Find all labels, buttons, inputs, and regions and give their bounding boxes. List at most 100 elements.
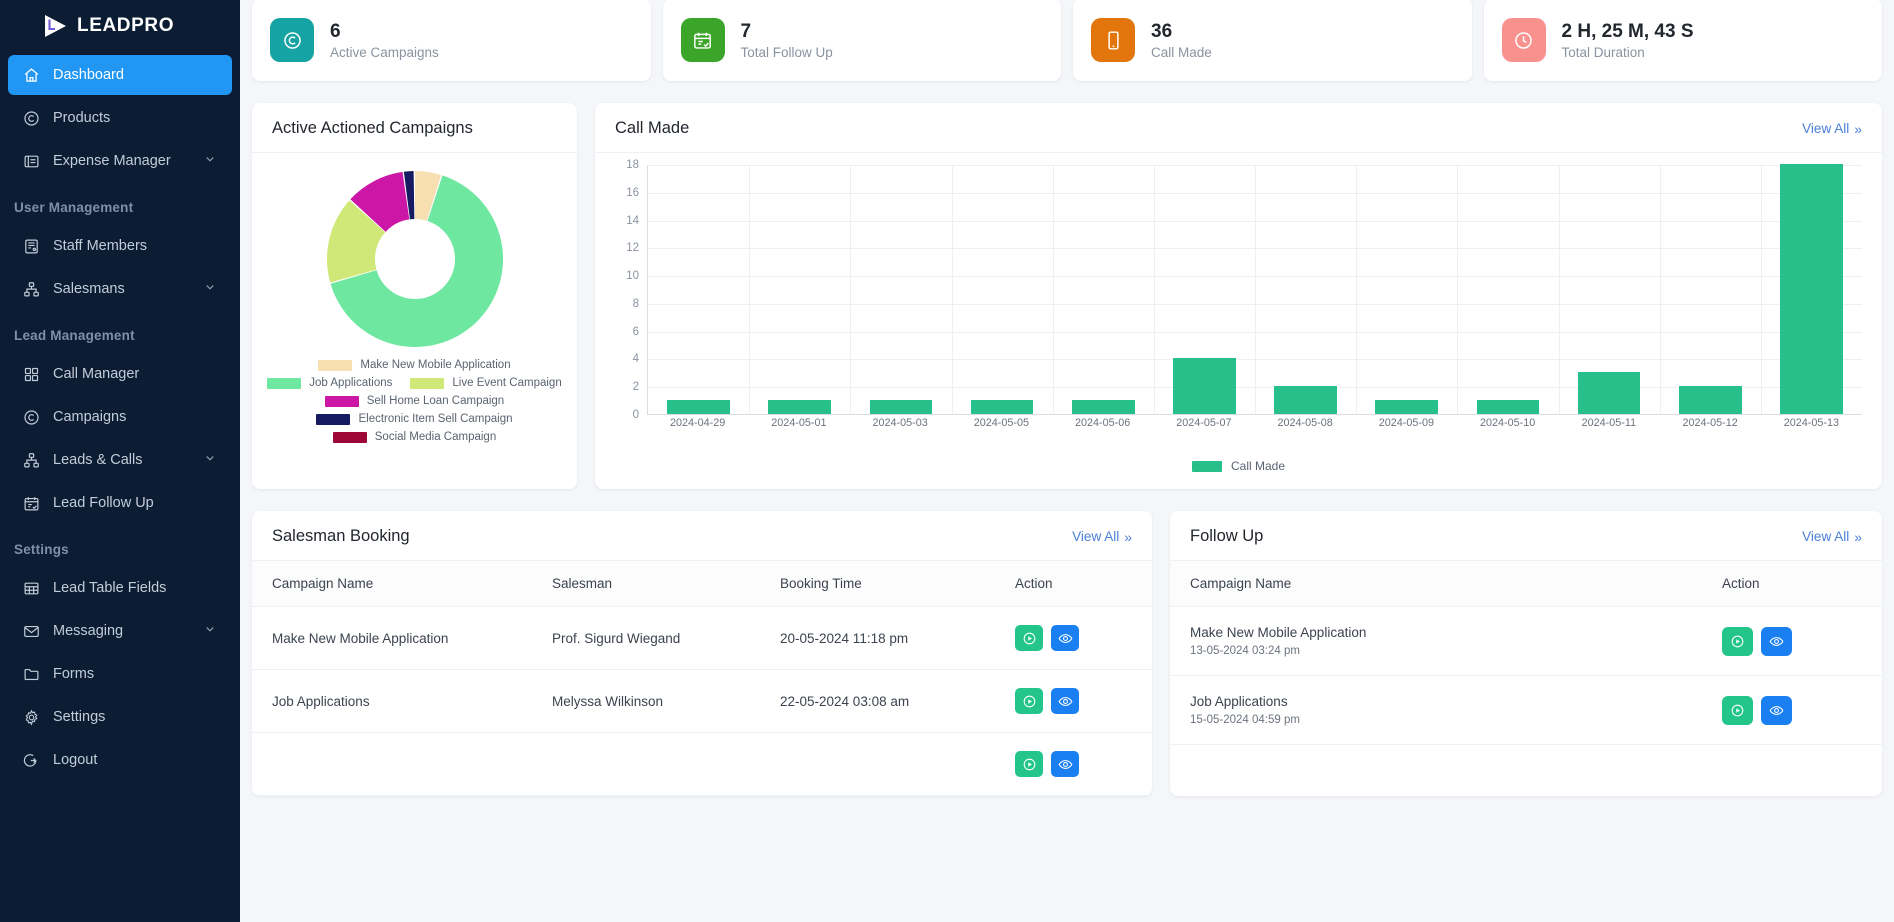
view-button[interactable] bbox=[1761, 626, 1792, 656]
legend-label: Live Event Campaign bbox=[452, 377, 562, 389]
sidebar-item-dashboard[interactable]: Dashboard bbox=[8, 55, 232, 95]
sidebar-item-call-manager[interactable]: Call Manager bbox=[8, 354, 232, 394]
sidebar-item-leads-calls[interactable]: Leads & Calls bbox=[8, 440, 232, 480]
y-tick: 14 bbox=[626, 214, 639, 227]
view-button[interactable] bbox=[1051, 688, 1079, 714]
chevron-double-right-icon: » bbox=[1854, 528, 1862, 545]
cell-campaign-name: Job Applications 15-05-2024 04:59 pm bbox=[1170, 675, 1722, 745]
sidebar-item-logout[interactable]: Logout bbox=[8, 740, 232, 780]
sidebar-item-settings[interactable]: Settings bbox=[8, 697, 232, 737]
bar[interactable] bbox=[1476, 400, 1540, 414]
donut-legend-item[interactable]: Live Event Campaign bbox=[410, 377, 562, 389]
bar-slot bbox=[1154, 165, 1255, 414]
sidebar-item-label: Logout bbox=[53, 752, 98, 768]
sidebar-item-campaigns[interactable]: Campaigns bbox=[8, 397, 232, 437]
bar[interactable] bbox=[1071, 400, 1135, 414]
sidebar-item-lead-table-fields[interactable]: Lead Table Fields bbox=[8, 568, 232, 608]
bar-series bbox=[648, 164, 1862, 414]
chevron-down-icon[interactable] bbox=[204, 281, 216, 297]
chevron-down-icon[interactable] bbox=[204, 623, 216, 639]
chevron-down-icon[interactable] bbox=[204, 452, 216, 468]
donut-legend-item[interactable]: Job Applications bbox=[267, 377, 392, 389]
legend-swatch bbox=[267, 377, 302, 389]
sidebar-item-expense-manager[interactable]: Expense Manager bbox=[8, 141, 232, 181]
col-action: Action bbox=[1722, 561, 1882, 607]
sidebar-item-label: Messaging bbox=[53, 623, 124, 639]
donut-legend-item[interactable]: Make New Mobile Application bbox=[318, 359, 511, 371]
view-all-label: View All bbox=[1802, 121, 1850, 136]
bar-chart-body: 0 2 4 6 8 10 12 14 16 18 2024-04-29 2024… bbox=[595, 153, 1882, 481]
clock-icon bbox=[1501, 18, 1546, 62]
sidebar-item-lead-follow-up[interactable]: Lead Follow Up bbox=[8, 483, 232, 523]
bar[interactable] bbox=[970, 400, 1034, 414]
calendar-check-icon bbox=[680, 18, 725, 62]
stat-card-call-made: 36 Call Made bbox=[1073, 0, 1472, 81]
y-tick: 12 bbox=[626, 242, 639, 255]
sidebar-item-messaging[interactable]: Messaging bbox=[8, 611, 232, 651]
brand[interactable]: LEADPRO bbox=[0, 0, 240, 52]
play-button[interactable] bbox=[1722, 695, 1753, 725]
play-button[interactable] bbox=[1015, 751, 1043, 777]
sidebar-item-label: Staff Members bbox=[53, 238, 148, 254]
sidebar-item-label: Lead Follow Up bbox=[53, 495, 154, 511]
sidebar-item-label: Salesmans bbox=[53, 281, 125, 297]
bar[interactable] bbox=[768, 400, 832, 414]
grid-icon bbox=[21, 364, 41, 384]
donut-legend-item[interactable]: Electronic Item Sell Campaign bbox=[316, 413, 513, 425]
booking-card-header: Salesman Booking View All » bbox=[252, 511, 1152, 561]
sidebar-section-lead-management: Lead Management bbox=[14, 328, 135, 343]
tables-row: Salesman Booking View All » Campaign Nam… bbox=[252, 511, 1882, 796]
chevron-down-icon[interactable] bbox=[204, 153, 216, 169]
x-tick-label: 2024-05-09 bbox=[1378, 417, 1434, 429]
sidebar-item-staff-members[interactable]: Staff Members bbox=[8, 226, 232, 266]
row-actions bbox=[1722, 695, 1882, 725]
play-button[interactable] bbox=[1015, 688, 1043, 714]
legend-swatch bbox=[316, 413, 351, 425]
call-made-view-all-link[interactable]: View All » bbox=[1802, 121, 1862, 137]
play-button[interactable] bbox=[1015, 625, 1043, 651]
table-header-row: Campaign Name Action bbox=[1170, 561, 1882, 607]
cell-booking-time: 22-05-2024 03:08 am bbox=[780, 669, 1015, 733]
calendar-check-icon bbox=[21, 493, 41, 513]
row-actions bbox=[1015, 751, 1152, 777]
y-tick: 0 bbox=[632, 409, 639, 421]
donut-chart-wrap: Make New Mobile Application Job Applicat… bbox=[252, 153, 577, 443]
cell-action bbox=[1722, 675, 1882, 745]
stat-label: Total Follow Up bbox=[740, 45, 833, 61]
chart-card-title: Call Made bbox=[615, 119, 690, 137]
bar-slot bbox=[1559, 165, 1660, 414]
legend-swatch bbox=[318, 359, 353, 371]
bar[interactable] bbox=[1577, 372, 1641, 414]
cell-action bbox=[1722, 606, 1882, 676]
table-row: Job Applications Melyssa Wilkinson 22-05… bbox=[252, 669, 1152, 733]
bar[interactable] bbox=[1173, 358, 1236, 414]
bar[interactable] bbox=[667, 400, 730, 414]
donut-legend-item[interactable]: Social Media Campaign bbox=[332, 431, 497, 443]
view-button[interactable] bbox=[1051, 625, 1079, 651]
donut-chart bbox=[326, 171, 503, 347]
donut-legend-item[interactable]: Sell Home Loan Campaign bbox=[324, 395, 504, 407]
booking-view-all-link[interactable]: View All » bbox=[1072, 529, 1132, 545]
bar[interactable] bbox=[1780, 164, 1843, 414]
sidebar-item-label: Settings bbox=[53, 709, 106, 725]
sidebar-item-products[interactable]: Products bbox=[8, 98, 232, 138]
chevron-double-right-icon: » bbox=[1854, 120, 1862, 137]
sidebar-item-label: Expense Manager bbox=[53, 153, 171, 169]
donut-legend: Make New Mobile Application Job Applicat… bbox=[252, 359, 577, 443]
bar[interactable] bbox=[1274, 386, 1337, 414]
bar[interactable] bbox=[869, 400, 933, 414]
view-button[interactable] bbox=[1761, 695, 1792, 725]
sidebar-item-salesmans[interactable]: Salesmans bbox=[8, 269, 232, 309]
bar[interactable] bbox=[1678, 386, 1742, 414]
view-button[interactable] bbox=[1051, 751, 1079, 777]
follow-up-table: Campaign Name Action Make New Mobile App… bbox=[1170, 561, 1882, 745]
legend-label: Social Media Campaign bbox=[374, 431, 497, 443]
cell-action bbox=[1015, 669, 1152, 733]
followup-view-all-link[interactable]: View All » bbox=[1802, 529, 1862, 545]
bar[interactable] bbox=[1375, 400, 1439, 414]
legend-label: Make New Mobile Application bbox=[360, 359, 511, 371]
play-button[interactable] bbox=[1722, 626, 1753, 656]
y-tick: 2 bbox=[632, 381, 639, 394]
stat-value: 36 bbox=[1151, 20, 1173, 42]
sidebar-item-forms[interactable]: Forms bbox=[8, 654, 232, 694]
